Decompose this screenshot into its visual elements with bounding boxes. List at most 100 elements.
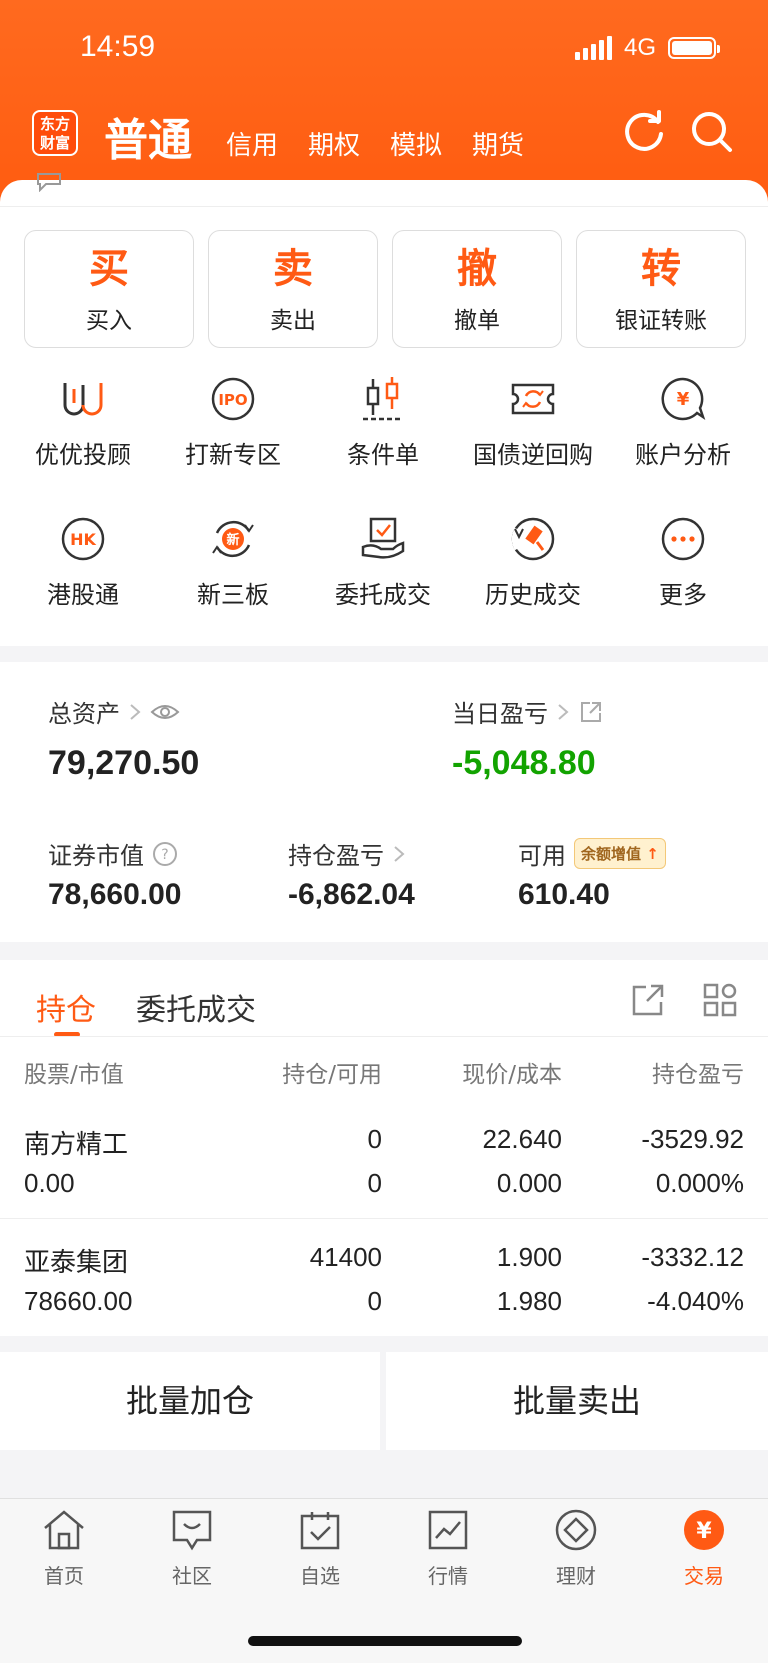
divider: [0, 1036, 768, 1037]
svg-text:HK: HK: [70, 530, 96, 549]
battery-icon: [668, 37, 720, 59]
market-value: 78,660.00: [48, 878, 182, 911]
trade-icon: ¥: [684, 1510, 724, 1550]
divider: [0, 206, 768, 207]
position-pl-label[interactable]: 持仓盈亏: [288, 836, 406, 871]
svg-text:¥: ¥: [696, 1519, 712, 1544]
available-value: 610.40: [518, 878, 610, 911]
svg-text:¥: ¥: [677, 389, 690, 410]
stock-available: 0: [367, 1168, 382, 1198]
chevron-right-icon: [130, 703, 141, 720]
wealth-icon: [555, 1509, 597, 1551]
tab-watchlist[interactable]: 自选: [270, 1508, 370, 1589]
export-icon[interactable]: [630, 982, 666, 1018]
tab-normal[interactable]: 普通: [104, 104, 192, 168]
watchlist-icon: [300, 1512, 340, 1550]
daily-pl-value: -5,048.80: [452, 744, 596, 782]
gavel-icon: [511, 517, 555, 561]
stock-pl-pct: -4.040%: [647, 1286, 744, 1316]
svg-text:新: 新: [226, 532, 239, 548]
col-header-pl: 持仓盈亏: [652, 1062, 744, 1088]
chevron-right-icon: [394, 845, 405, 862]
buy-button[interactable]: 买 买入: [24, 230, 194, 348]
stock-name: 亚泰集团: [24, 1248, 129, 1278]
message-icon[interactable]: [36, 172, 62, 192]
stock-pl: -3529.92: [641, 1124, 744, 1154]
svg-text:IPO: IPO: [218, 391, 247, 409]
yuan-chat-icon: ¥: [661, 377, 706, 421]
function-account-analysis[interactable]: ¥ 账户分析: [608, 375, 758, 470]
col-header-price: 现价/成本: [462, 1062, 562, 1088]
col-header-stock: 股票/市值: [24, 1062, 124, 1088]
function-treasury-repo[interactable]: 国债逆回购: [458, 375, 608, 470]
stock-cost: 1.980: [496, 1286, 562, 1316]
tab-positions[interactable]: 持仓: [36, 985, 96, 1029]
market-value-label: 证券市值 ?: [48, 836, 178, 871]
bank-transfer-button[interactable]: 转 银证转账: [576, 230, 746, 348]
stock-market-value: 78660.00: [24, 1286, 133, 1316]
stock-price: 1.900: [496, 1242, 562, 1272]
stock-pl-pct: 0.000%: [655, 1168, 744, 1198]
home-indicator[interactable]: [248, 1636, 522, 1646]
stock-position: 41400: [309, 1242, 382, 1272]
status-bar-right: 4G: [574, 34, 720, 62]
stock-price: 22.640: [482, 1124, 562, 1154]
stock-available: 0: [367, 1286, 382, 1316]
function-uu-advisor[interactable]: 优优投顾: [8, 375, 158, 470]
function-history-deals[interactable]: 历史成交: [458, 515, 608, 610]
stock-pl: -3332.12: [641, 1242, 744, 1272]
tab-options[interactable]: 期权: [308, 125, 360, 168]
tab-futures[interactable]: 期货: [472, 125, 524, 168]
total-assets-value: 79,270.50: [48, 744, 200, 782]
signal-icon: [574, 36, 612, 60]
tab-market[interactable]: 行情: [398, 1508, 498, 1589]
status-time: 14:59: [80, 30, 156, 63]
function-ipo-zone[interactable]: IPO 打新专区: [158, 375, 308, 470]
stock-position: 0: [367, 1124, 382, 1154]
position-pl-value: -6,862.04: [288, 878, 415, 911]
market-icon: [428, 1510, 468, 1550]
batch-add-button[interactable]: 批量加仓: [0, 1352, 380, 1450]
help-icon[interactable]: ?: [152, 841, 178, 867]
stock-name: 南方精工: [24, 1130, 129, 1160]
available-label: 可用 余额增值 ↑: [518, 836, 666, 871]
sell-button[interactable]: 卖 卖出: [208, 230, 378, 348]
col-header-position: 持仓/可用: [282, 1062, 382, 1088]
hk-icon: HK: [61, 517, 105, 561]
share-icon[interactable]: [578, 699, 604, 725]
total-assets-label[interactable]: 总资产: [48, 694, 180, 729]
account-mode-tabs: 普通 信用 期权 模拟 期货: [104, 104, 554, 168]
function-more[interactable]: 更多: [608, 515, 758, 610]
function-hk-connect[interactable]: HK 港股通: [8, 515, 158, 610]
chevron-right-icon: [558, 703, 569, 720]
tab-wealth[interactable]: 理财: [526, 1508, 626, 1589]
balance-boost-badge[interactable]: 余额增值 ↑: [574, 838, 666, 869]
ticket-icon: [511, 383, 555, 415]
stock-cost: 0.000: [496, 1168, 562, 1198]
tab-simulation[interactable]: 模拟: [390, 125, 442, 168]
divider: [0, 1218, 768, 1219]
search-icon[interactable]: [688, 108, 736, 156]
community-icon: [172, 1510, 212, 1551]
candlestick-icon: [363, 377, 403, 421]
batch-sell-button[interactable]: 批量卖出: [386, 1352, 768, 1450]
eye-icon[interactable]: [150, 702, 180, 722]
more-icon: [661, 517, 705, 561]
function-conditional-order[interactable]: 条件单: [308, 375, 458, 470]
grid-view-icon[interactable]: [702, 982, 738, 1018]
new-board-icon: 新: [212, 520, 254, 558]
tab-home[interactable]: 首页: [14, 1508, 114, 1589]
cancel-order-button[interactable]: 撤 撤单: [392, 230, 562, 348]
refresh-icon[interactable]: [620, 108, 668, 156]
ipo-icon: IPO: [211, 377, 255, 421]
daily-pl-label[interactable]: 当日盈亏: [452, 694, 604, 729]
tab-orders[interactable]: 委托成交: [136, 985, 256, 1029]
app-logo: 东方 财富: [32, 110, 78, 156]
svg-text:?: ?: [161, 847, 168, 863]
network-type: 4G: [623, 34, 656, 61]
function-new-third-board[interactable]: 新 新三板: [158, 515, 308, 610]
function-orders-deals[interactable]: 委托成交: [308, 515, 458, 610]
tab-credit[interactable]: 信用: [226, 125, 278, 168]
tab-trade[interactable]: ¥ 交易: [654, 1508, 754, 1589]
tab-community[interactable]: 社区: [142, 1508, 242, 1589]
